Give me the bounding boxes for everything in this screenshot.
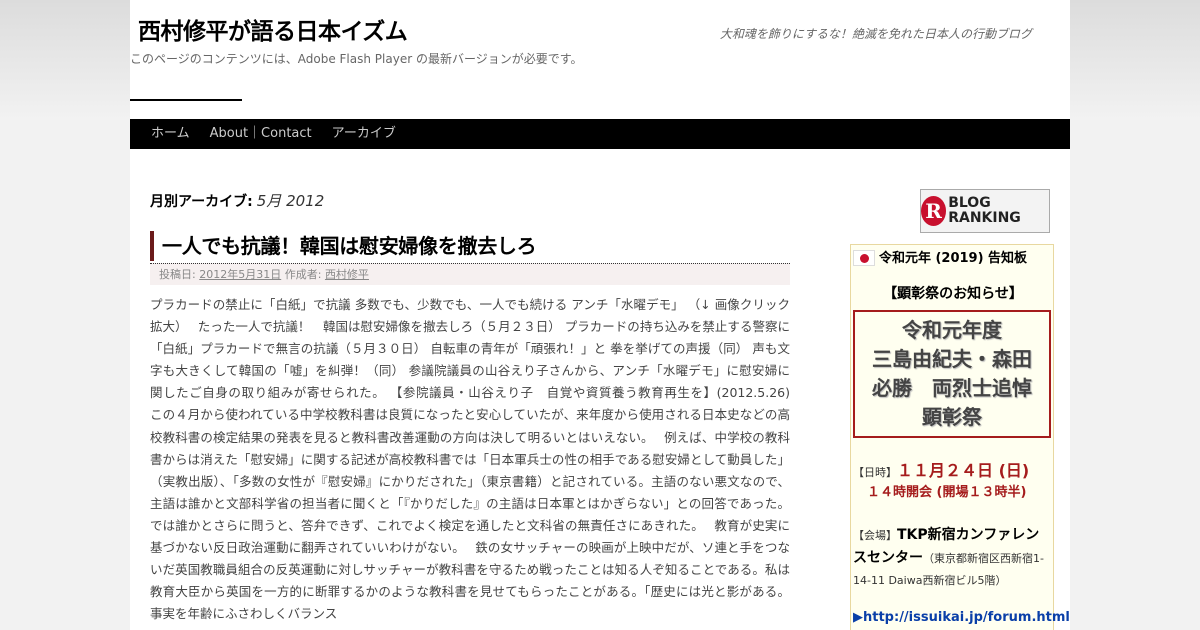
blog-ranking-banner[interactable]: R BLOG RANKING <box>920 189 1050 233</box>
post-entry: 一人でも抗議！韓国は慰安婦像を撤去しろ 投稿日: 2012年5月31日 作成者:… <box>150 231 807 625</box>
blog-ranking-text: BLOG RANKING <box>948 195 1021 226</box>
nav-item-home[interactable]: ホーム <box>141 119 200 149</box>
flash-player-notice: このページのコンテンツには、Adobe Flash Player の最新バージョ… <box>130 52 583 66</box>
post-meta-author-label: 作成者: <box>284 268 322 281</box>
notice-box-line: 必勝 両烈士追悼 <box>872 376 1032 400</box>
post-date-link[interactable]: 2012年5月31日 <box>199 268 281 281</box>
notice-board: 令和元年 (2019) 告知板 【顕彰祭のお知らせ】 令和元年度 三島由紀夫・森… <box>850 244 1070 630</box>
notice-box-line: 令和元年度 <box>902 318 1002 342</box>
archive-month: 5月 2012 <box>256 192 325 210</box>
archive-label: 月別アーカイブ: <box>150 194 253 210</box>
notice-venue-label: 【会場】 <box>853 529 897 542</box>
notice-date-value: １１月２４日 (日) <box>897 461 1030 480</box>
notice-venue-row: 【会場】TKP新宿カンファレンスセンター（東京都新宿区西新宿1-14-11 Da… <box>853 524 1051 592</box>
post-meta: 投稿日: 2012年5月31日 作成者: 西村修平 <box>150 263 790 285</box>
notice-link-text[interactable]: http://issuikai.jp/forum.html <box>863 610 1070 625</box>
post-title[interactable]: 一人でも抗議！韓国は慰安婦像を撤去しろ <box>150 231 790 261</box>
nav-item-about-contact[interactable]: About｜Contact <box>200 119 322 149</box>
nav-item-archive[interactable]: アーカイブ <box>322 119 406 149</box>
archive-title: 月別アーカイブ: 5月 2012 <box>150 190 324 211</box>
notice-heading: 令和元年 (2019) 告知板 <box>878 251 1028 266</box>
notice-date-label: 【日時】 <box>853 466 897 479</box>
site-title[interactable]: 西村修平が語る日本イズム <box>138 12 408 46</box>
notice-time-row: １４時開会 (開場１３時半) <box>867 481 1026 500</box>
blog-ranking-logo-icon: R <box>921 196 947 226</box>
post-author-link[interactable]: 西村修平 <box>325 268 369 281</box>
post-body: プラカードの禁止に「白紙」で抗議 多数でも、少数でも、一人でも続ける アンチ「水… <box>150 297 807 622</box>
notice-forum-link[interactable]: ▶http://issuikai.jp/forum.html <box>853 610 1070 625</box>
notice-box-line: 顕彰祭 <box>922 405 982 429</box>
notice-time-value: １４時開会 (開場１３時半) <box>867 485 1027 500</box>
page-wrapper: 西村修平が語る日本イズム 大和魂を飾りにするな！絶滅を免れた日本人の行動ブログ … <box>130 0 1070 630</box>
main-navigation: ホーム About｜Contact アーカイブ <box>130 119 1070 149</box>
notice-date-row: 【日時】１１月２４日 (日) <box>853 457 1029 481</box>
notice-event-box: 令和元年度 三島由紀夫・森田 必勝 両烈士追悼 顕彰祭 <box>853 310 1051 438</box>
site-description: 大和魂を飾りにするな！絶滅を免れた日本人の行動ブログ <box>719 27 1032 41</box>
header-divider <box>130 99 242 101</box>
play-triangle-icon: ▶ <box>853 610 863 625</box>
notice-subheading: 【顕彰祭のお知らせ】 <box>883 286 1023 302</box>
post-meta-posted-label: 投稿日: <box>159 268 196 281</box>
notice-box-line: 三島由紀夫・森田 <box>872 347 1032 371</box>
